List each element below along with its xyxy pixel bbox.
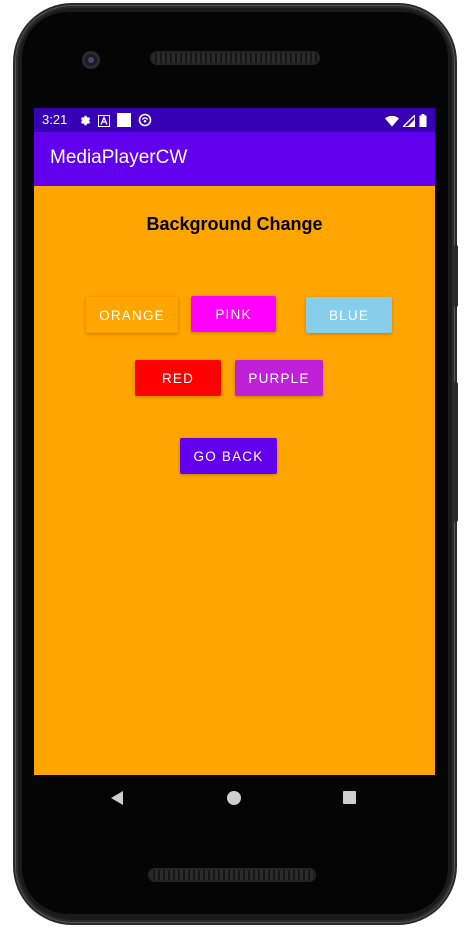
orange-button[interactable]: ORANGE bbox=[86, 297, 178, 333]
gear-icon bbox=[78, 112, 91, 131]
wifi-icon bbox=[385, 112, 399, 131]
back-icon[interactable] bbox=[110, 790, 124, 810]
app-screen: 3:21 MediaPlayerCW Background Change ORA… bbox=[34, 108, 435, 775]
front-camera bbox=[82, 51, 100, 69]
earpiece-speaker bbox=[152, 53, 318, 63]
status-icons-left bbox=[78, 112, 152, 131]
navigation-bar bbox=[34, 775, 435, 823]
status-icons-right bbox=[385, 112, 427, 131]
blue-button[interactable]: BLUE bbox=[306, 297, 392, 333]
status-bar: 3:21 bbox=[34, 108, 435, 132]
a-icon bbox=[98, 112, 110, 131]
red-button[interactable]: RED bbox=[135, 360, 221, 396]
home-icon[interactable] bbox=[227, 791, 241, 805]
signal-icon bbox=[401, 112, 416, 131]
pink-button[interactable]: PINK bbox=[191, 296, 276, 332]
battery-icon bbox=[419, 112, 427, 131]
status-time: 3:21 bbox=[42, 112, 68, 127]
app-title: MediaPlayerCW bbox=[50, 147, 188, 168]
power-button bbox=[452, 245, 458, 307]
volume-button bbox=[452, 382, 458, 522]
app-bar: MediaPlayerCW bbox=[34, 132, 435, 186]
purple-button[interactable]: PURPLE bbox=[235, 360, 323, 396]
page-heading: Background Change bbox=[146, 214, 323, 234]
recents-icon[interactable] bbox=[343, 791, 356, 804]
go-back-button[interactable]: GO BACK bbox=[180, 438, 277, 474]
sync-icon bbox=[138, 112, 152, 131]
square-icon bbox=[117, 112, 131, 131]
bottom-speaker bbox=[150, 870, 314, 880]
